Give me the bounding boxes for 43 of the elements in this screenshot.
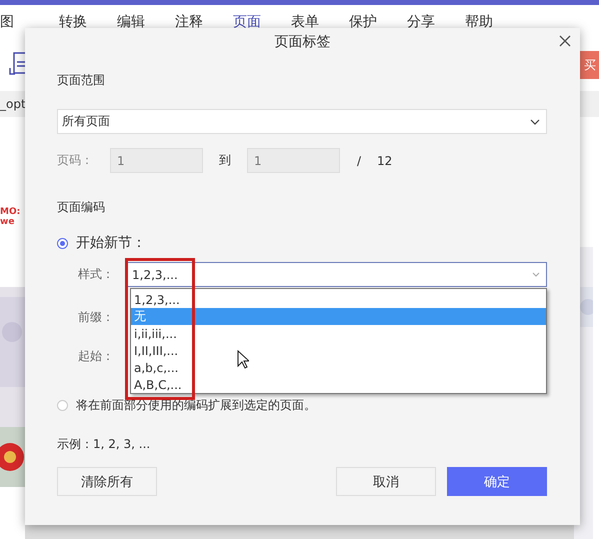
menu-tab[interactable]: 帮助 <box>450 13 508 31</box>
menu-tab[interactable]: 分享 <box>392 13 450 31</box>
field-label: 起始： <box>78 348 114 365</box>
menu-tab[interactable]: 页面 <box>218 13 276 31</box>
to-field[interactable]: 1 <box>247 148 340 173</box>
menu-tab[interactable]: 编辑 <box>102 13 160 31</box>
radio-label: 将在前面部分使用的编码扩展到选定的页面。 <box>76 397 316 414</box>
style-select[interactable]: 1,2,3,... <box>127 262 547 287</box>
page-range-select[interactable]: 所有页面 <box>57 109 547 134</box>
section-label: 页面编码 <box>57 199 105 216</box>
example-text: 示例：1, 2, 3, ... <box>57 436 150 453</box>
dialog-button[interactable]: 确定 <box>447 467 547 496</box>
menu-tab[interactable]: 图 <box>0 13 44 31</box>
dialog-button[interactable]: 取消 <box>336 467 436 496</box>
dropdown-option[interactable]: 1,2,3,... <box>131 291 546 308</box>
chevron-down-icon <box>532 272 540 277</box>
dropdown-option[interactable]: i,ii,iii,... <box>131 325 546 342</box>
dialog-button[interactable]: 清除所有 <box>57 467 157 496</box>
field-label: 前缀： <box>78 309 114 326</box>
radio-button[interactable] <box>57 400 68 411</box>
dialog-title: 页面标签 <box>274 33 330 51</box>
menu-tab[interactable]: 表单 <box>276 13 334 31</box>
field-label: 到 <box>219 152 231 169</box>
dropdown-option[interactable]: I,II,III,... <box>131 342 546 359</box>
field-label: 页码： <box>57 152 94 169</box>
thumbnail-text: we <box>0 217 16 227</box>
cursor-icon <box>237 350 249 369</box>
field-label: 样式： <box>78 266 115 283</box>
close-icon[interactable] <box>558 34 572 48</box>
dropdown-option[interactable]: a,b,c,... <box>131 359 546 376</box>
chevron-down-icon <box>530 118 540 124</box>
menu-tab[interactable]: 保护 <box>334 13 392 31</box>
radio-label: 开始新节： <box>76 234 146 252</box>
thumbnail-text: MO: <box>0 207 22 217</box>
from-field[interactable]: 1 <box>110 148 203 173</box>
separator: / <box>357 154 362 168</box>
dropdown-option[interactable]: A,B,C,... <box>131 376 546 393</box>
menu-tab[interactable]: 注释 <box>160 13 218 31</box>
radio-button[interactable] <box>57 238 68 248</box>
menu-tab[interactable]: 转换 <box>44 13 102 31</box>
section-label: 页面范围 <box>57 72 105 89</box>
page-total: 12 <box>377 154 392 168</box>
document-tab[interactable]: _opt <box>0 97 26 111</box>
